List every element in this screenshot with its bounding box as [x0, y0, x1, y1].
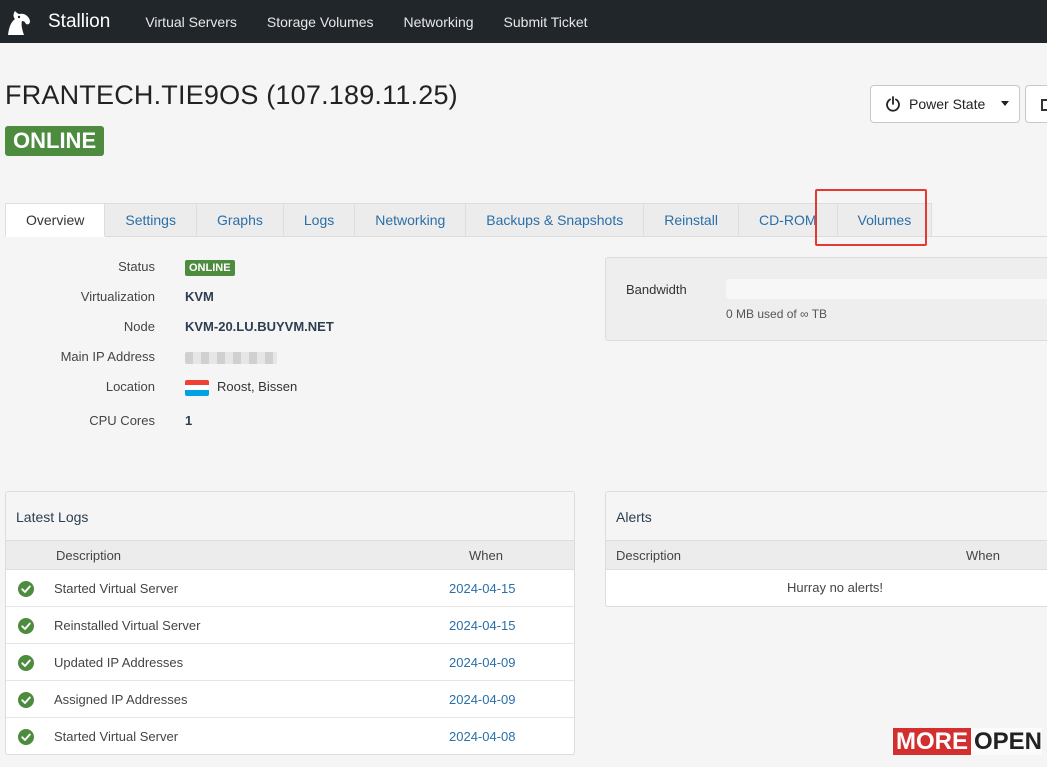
tab-networking[interactable]: Networking — [355, 203, 467, 237]
check-circle-icon — [18, 618, 34, 634]
detail-virtualization: Virtualization KVM — [80, 289, 214, 304]
nav-submit-ticket[interactable]: Submit Ticket — [504, 14, 588, 30]
detail-cpu-cores: CPU Cores 1 — [89, 413, 193, 428]
tab-volumes[interactable]: Volumes — [837, 203, 933, 237]
redacted-ip — [185, 351, 277, 364]
top-navbar: Stallion Virtual Servers Storage Volumes… — [0, 0, 1047, 43]
page-title: FRANTECH.TIE9OS (107.189.11.25) — [5, 80, 458, 110]
check-circle-icon — [18, 655, 34, 671]
alerts-table-header: Description When — [606, 541, 1047, 570]
nav-storage-volumes[interactable]: Storage Volumes — [267, 14, 374, 30]
no-alerts-message: Hurray no alerts! — [786, 580, 884, 595]
alerts-title: Alerts — [606, 492, 1047, 541]
watermark: MORE OPEN — [893, 728, 1043, 755]
check-circle-icon — [18, 729, 34, 745]
tab-logs[interactable]: Logs — [283, 203, 356, 237]
tab-backups-snapshots[interactable]: Backups & Snapshots — [466, 203, 645, 237]
status-badge: ONLINE — [185, 260, 235, 276]
detail-location: Location Roost, Bissen — [105, 379, 298, 396]
chevron-down-icon — [1001, 101, 1009, 106]
tab-graphs[interactable]: Graphs — [196, 203, 284, 237]
detail-node: Node KVM-20.LU.BUYVM.NET — [123, 319, 334, 334]
latest-logs-title: Latest Logs — [6, 492, 574, 541]
tab-cd-rom[interactable]: CD-ROM — [738, 203, 838, 237]
brand[interactable]: Stallion — [4, 7, 110, 37]
brand-name: Stallion — [48, 10, 111, 32]
table-row: Started Virtual Server 2024-04-08 — [6, 718, 574, 754]
console-button[interactable] — [1025, 85, 1047, 123]
check-circle-icon — [18, 581, 34, 597]
tab-overview[interactable]: Overview — [5, 203, 106, 237]
bandwidth-progress-bar — [726, 279, 1047, 299]
power-state-label: Power State — [909, 96, 986, 112]
logs-table-header: Description When — [6, 541, 574, 570]
table-row: Updated IP Addresses 2024-04-09 — [6, 644, 574, 681]
tab-settings[interactable]: Settings — [105, 203, 197, 237]
check-circle-icon — [18, 692, 34, 708]
latest-logs-panel: Latest Logs Description When Started Vir… — [5, 491, 575, 755]
tab-reinstall[interactable]: Reinstall — [644, 203, 739, 237]
table-row: Reinstalled Virtual Server 2024-04-15 — [6, 607, 574, 644]
main-nav: Virtual Servers Storage Volumes Networki… — [145, 14, 617, 30]
detail-main-ip: Main IP Address — [0, 349, 400, 369]
console-icon — [1041, 99, 1047, 111]
table-row: Assigned IP Addresses 2024-04-09 — [6, 681, 574, 718]
power-icon — [886, 96, 900, 112]
nav-virtual-servers[interactable]: Virtual Servers — [145, 14, 237, 30]
detail-status: Status ONLINE — [0, 259, 400, 279]
horse-logo-icon — [8, 10, 30, 35]
table-row: Started Virtual Server 2024-04-15 — [6, 570, 574, 607]
bandwidth-used: 0 MB used of ∞ TB — [726, 307, 828, 321]
server-tabs: Overview Settings Graphs Logs Networking… — [5, 203, 1047, 237]
bandwidth-panel: Bandwidth 0 MB used of ∞ TB — [605, 257, 1047, 341]
power-state-button[interactable]: Power State — [870, 85, 1020, 123]
nav-networking[interactable]: Networking — [404, 14, 474, 30]
alerts-panel: Alerts Description When Hurray no alerts… — [605, 491, 1047, 607]
bandwidth-label: Bandwidth — [626, 282, 687, 297]
server-status-badge: ONLINE — [5, 126, 105, 156]
luxembourg-flag-icon — [185, 379, 209, 396]
